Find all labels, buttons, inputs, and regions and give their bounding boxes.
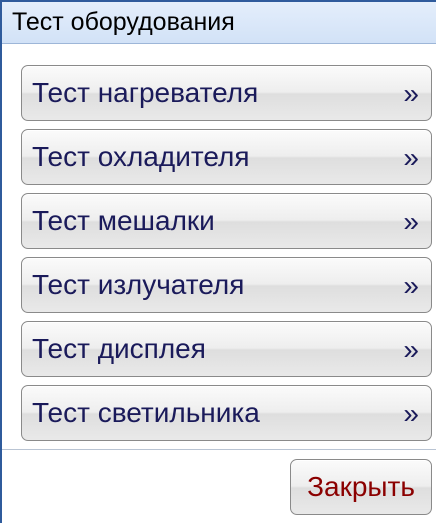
- chevron-right-icon: »: [403, 334, 419, 365]
- lamp-test-button[interactable]: Тест светильника »: [21, 385, 432, 441]
- display-test-button[interactable]: Тест дисплея »: [21, 321, 432, 377]
- close-button-label: Закрыть: [307, 471, 415, 502]
- button-label: Тест нагревателя: [32, 77, 259, 108]
- chevron-right-icon: »: [403, 270, 419, 301]
- button-label: Тест дисплея: [32, 333, 206, 364]
- button-label: Тест охладителя: [32, 141, 250, 172]
- button-label: Тест излучателя: [32, 269, 245, 300]
- title-bar: Тест оборудования: [2, 2, 436, 44]
- window-title: Тест оборудования: [12, 8, 235, 36]
- button-label: Тест мешалки: [32, 205, 215, 236]
- emitter-test-button[interactable]: Тест излучателя »: [21, 257, 432, 313]
- footer-divider: [2, 449, 436, 450]
- chevron-right-icon: »: [403, 78, 419, 109]
- cooler-test-button[interactable]: Тест охладителя »: [21, 129, 432, 185]
- dialog-window: Тест оборудования Тест нагревателя » Тес…: [0, 0, 436, 523]
- button-label: Тест светильника: [32, 397, 260, 428]
- stirrer-test-button[interactable]: Тест мешалки »: [21, 193, 432, 249]
- chevron-right-icon: »: [403, 398, 419, 429]
- heater-test-button[interactable]: Тест нагревателя »: [21, 65, 432, 121]
- chevron-right-icon: »: [403, 142, 419, 173]
- close-button[interactable]: Закрыть: [290, 459, 432, 515]
- chevron-right-icon: »: [403, 206, 419, 237]
